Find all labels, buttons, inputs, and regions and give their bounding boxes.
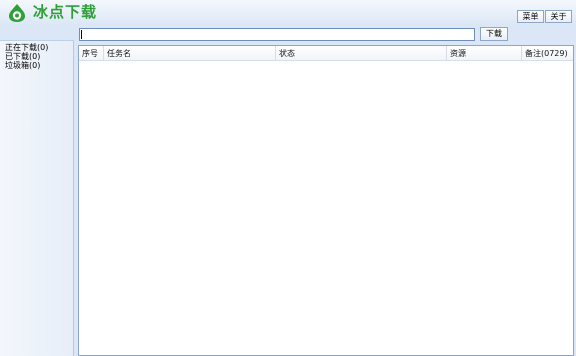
title-bar: 冰点下载 菜单 关于 xyxy=(0,0,576,25)
app-title: 冰点下载 xyxy=(33,3,98,21)
task-list-header: 序号 任务名 状态 资源 备注(0729) xyxy=(79,46,573,61)
sidebar-item-downloading[interactable]: 正在下载(0) xyxy=(5,43,48,52)
column-header-notes[interactable]: 备注(0729) xyxy=(522,46,573,61)
text-cursor xyxy=(81,30,82,39)
column-header-resource[interactable]: 资源 xyxy=(447,46,522,61)
column-header-task-name[interactable]: 任务名 xyxy=(104,46,276,61)
sidebar: 正在下载(0) 已下载(0) 垃圾箱(0) xyxy=(0,40,74,356)
menu-button[interactable]: 菜单 xyxy=(517,10,544,23)
column-header-status[interactable]: 状态 xyxy=(276,46,447,61)
url-input[interactable] xyxy=(79,28,475,41)
sidebar-item-trash[interactable]: 垃圾箱(0) xyxy=(5,61,40,70)
download-button[interactable]: 下载 xyxy=(480,27,508,41)
about-button[interactable]: 关于 xyxy=(545,10,572,23)
droplet-logo-icon xyxy=(7,3,27,23)
column-header-index[interactable]: 序号 xyxy=(79,46,104,61)
task-list[interactable]: 序号 任务名 状态 资源 备注(0729) xyxy=(78,45,574,356)
sidebar-item-downloaded[interactable]: 已下载(0) xyxy=(5,52,40,61)
